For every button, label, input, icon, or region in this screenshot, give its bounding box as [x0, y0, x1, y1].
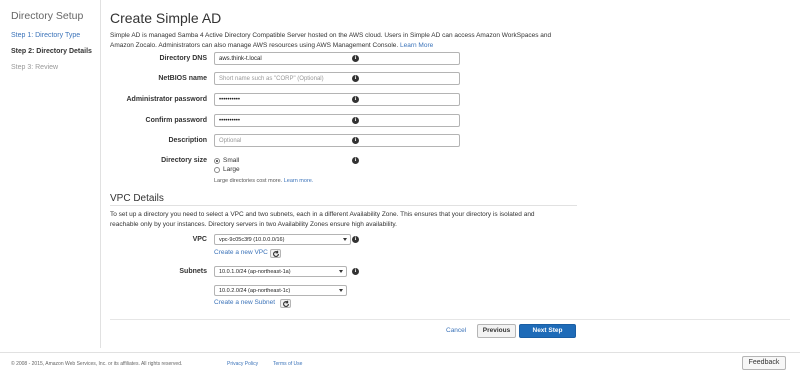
- admin-password-input[interactable]: ••••••••••: [214, 93, 460, 106]
- info-icon[interactable]: i: [352, 55, 359, 62]
- intro-description: Simple AD is managed Samba 4 Active Dire…: [110, 32, 552, 49]
- directory-dns-input[interactable]: aws.think-t.local: [214, 52, 460, 65]
- info-icon[interactable]: i: [352, 268, 359, 275]
- radio-large[interactable]: [214, 166, 220, 173]
- confirm-password-input[interactable]: ••••••••••: [214, 114, 460, 127]
- sidebar-title: Directory Setup: [11, 10, 84, 22]
- radio-small[interactable]: [214, 157, 220, 164]
- subnet-1-select[interactable]: 10.0.1.0/24 (ap-northeast-1a): [214, 266, 347, 277]
- description-label: Description: [168, 137, 207, 144]
- size-small-label: Small: [223, 157, 240, 164]
- subnet-1-value: 10.0.1.0/24 (ap-northeast-1a): [219, 269, 291, 275]
- netbios-name-label: NetBIOS name: [158, 75, 207, 82]
- info-icon[interactable]: i: [352, 96, 359, 103]
- create-subnet-link[interactable]: Create a new Subnet: [214, 299, 275, 306]
- refresh-icon: [283, 300, 289, 307]
- size-large-label: Large: [223, 166, 240, 173]
- confirm-password-label: Confirm password: [145, 117, 207, 124]
- terms-of-use-link[interactable]: Terms of Use: [273, 361, 302, 367]
- previous-button[interactable]: Previous: [477, 324, 516, 338]
- actions-divider: [110, 319, 790, 320]
- size-note: Large directories cost more. Learn more.: [214, 178, 313, 184]
- directory-size-label: Directory size: [161, 157, 207, 164]
- sidebar-step-directory-type[interactable]: Step 1: Directory Type: [11, 31, 100, 40]
- page: Directory Setup Step 1: Directory Type S…: [0, 0, 800, 372]
- footer: © 2008 - 2015, Amazon Web Services, Inc.…: [0, 352, 800, 372]
- size-large-option[interactable]: Large: [214, 166, 240, 173]
- copyright-text: © 2008 - 2015, Amazon Web Services, Inc.…: [11, 361, 183, 367]
- size-note-text: Large directories cost more.: [214, 178, 283, 184]
- sidebar-step-review: Step 3: Review: [11, 64, 59, 71]
- info-icon[interactable]: i: [352, 157, 359, 164]
- refresh-icon: [273, 250, 279, 257]
- netbios-name-input[interactable]: Short name such as "CORP" (Optional): [214, 72, 460, 85]
- refresh-subnet-button[interactable]: [280, 299, 291, 308]
- chevron-down-icon: [339, 289, 343, 292]
- refresh-vpc-button[interactable]: [270, 249, 281, 258]
- vpc-section-title: VPC Details: [110, 193, 164, 204]
- vpc-select[interactable]: vpc-9c05c3f9 (10.0.0.0/16): [214, 234, 351, 245]
- info-icon[interactable]: i: [352, 137, 359, 144]
- subnet-2-select[interactable]: 10.0.2.0/24 (ap-northeast-1c): [214, 285, 347, 296]
- create-vpc-link[interactable]: Create a new VPC: [214, 249, 268, 256]
- info-icon[interactable]: i: [352, 75, 359, 82]
- size-small-option[interactable]: Small: [214, 157, 239, 164]
- chevron-down-icon: [343, 238, 347, 241]
- privacy-policy-link[interactable]: Privacy Policy: [227, 361, 258, 367]
- vpc-select-value: vpc-9c05c3f9 (10.0.0.0/16): [219, 237, 285, 243]
- cancel-button[interactable]: Cancel: [446, 327, 466, 334]
- description-input[interactable]: Optional: [214, 134, 460, 147]
- subnets-label: Subnets: [179, 268, 207, 275]
- next-step-button[interactable]: Next Step: [519, 324, 576, 338]
- subnet-2-value: 10.0.2.0/24 (ap-northeast-1c): [219, 288, 291, 294]
- chevron-down-icon: [339, 270, 343, 273]
- admin-password-label: Administrator password: [126, 96, 207, 103]
- section-divider: [110, 205, 577, 206]
- info-icon[interactable]: i: [352, 117, 359, 124]
- vpc-intro-text: To set up a directory you need to select…: [110, 211, 535, 228]
- size-learn-more-link[interactable]: Learn more.: [284, 178, 314, 184]
- info-icon[interactable]: i: [352, 236, 359, 243]
- feedback-button[interactable]: Feedback: [742, 356, 786, 370]
- intro-text: Simple AD is managed Samba 4 Active Dire…: [110, 31, 560, 51]
- sidebar: Directory Setup Step 1: Directory Type S…: [0, 0, 101, 348]
- vpc-label: VPC: [192, 236, 207, 243]
- directory-dns-label: Directory DNS: [159, 55, 207, 62]
- learn-more-link[interactable]: Learn More: [400, 42, 433, 49]
- sidebar-step-directory-details: Step 2: Directory Details: [11, 48, 92, 55]
- page-title: Create Simple AD: [110, 10, 222, 26]
